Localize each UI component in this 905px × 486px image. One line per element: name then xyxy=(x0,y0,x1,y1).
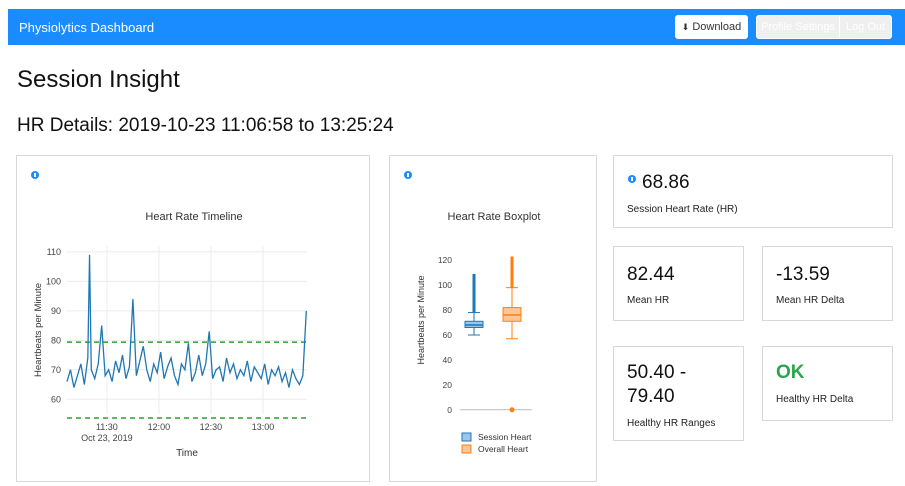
healthy-ranges-value: 50.40 - 79.40 xyxy=(627,361,686,409)
legend-label: Overall Heart xyxy=(478,444,529,454)
info-icon[interactable] xyxy=(628,175,636,183)
x-tick-label: 12:00 xyxy=(148,422,171,432)
y-tick-label: 60 xyxy=(443,330,453,340)
session-hr-value: 68.86 xyxy=(642,172,690,193)
y-tick-label: 60 xyxy=(51,394,61,404)
info-icon[interactable] xyxy=(404,171,412,179)
y-tick-label: 40 xyxy=(443,355,453,365)
healthy-ranges-label: Healthy HR Ranges xyxy=(627,418,716,429)
legend-label: Session Heart xyxy=(478,432,532,442)
y-tick-label: 70 xyxy=(51,365,61,375)
y-tick-label: 120 xyxy=(438,255,452,265)
boxplot-chart: 0 20 40 60 80 100 120 Heartbeats per Minute Sess… xyxy=(416,255,532,454)
download-icon: ⬇ xyxy=(681,21,690,32)
timeline-chart: 60 70 80 90 100 110 11:30 12:00 12:30 13:00 Oct 23… xyxy=(33,246,307,459)
log-out-button[interactable]: Log Out xyxy=(839,15,892,39)
x-tick-sublabel: Oct 23, 2019 xyxy=(81,433,133,443)
y-tick-label: 80 xyxy=(51,335,61,345)
boxplot-card: Heart Rate Boxplot 0 20 40 60 80 100 120 Heartb… xyxy=(389,155,597,482)
outlier-point xyxy=(509,407,515,413)
timeline-card: Heart Rate Timeline 60 70 80 90 100 110 11:30 1… xyxy=(16,155,370,482)
healthy-ranges-card: 50.40 - 79.40 Healthy HR Ranges xyxy=(613,346,744,441)
session-hr-card: 68.86 Session Heart Rate (HR) xyxy=(613,155,893,228)
top-navbar: Physiolytics Dashboard ⬇ Download Profil… xyxy=(8,9,905,45)
mean-hr-delta-value: -13.59 xyxy=(776,264,830,285)
page-title: Session Insight xyxy=(17,66,180,93)
page-subtitle: HR Details: 2019-10-23 11:06:58 to 13:25… xyxy=(17,115,394,136)
mean-hr-label: Mean HR xyxy=(627,295,670,306)
legend-swatch xyxy=(461,432,472,442)
brand-title[interactable]: Physiolytics Dashboard xyxy=(19,20,154,35)
mean-hr-delta-card: -13.59 Mean HR Delta xyxy=(762,246,893,321)
healthy-delta-label: Healthy HR Delta xyxy=(776,394,854,405)
x-tick-label: 13:00 xyxy=(252,422,275,432)
x-tick-label: 12:30 xyxy=(200,422,223,432)
legend-swatch xyxy=(461,444,472,454)
info-icon[interactable] xyxy=(31,171,39,179)
healthy-ranges-value-line1: 50.40 - xyxy=(627,362,687,383)
y-tick-label: 110 xyxy=(47,247,61,257)
profile-settings-button[interactable]: Profile Settings xyxy=(756,15,840,39)
y-tick-label: 100 xyxy=(46,276,61,286)
y-tick-label: 80 xyxy=(443,305,453,315)
boxplot-chart-title: Heart Rate Boxplot xyxy=(447,211,541,223)
y-axis-label: Heartbeats per Minute xyxy=(416,275,426,364)
healthy-ranges-value-line2: 79.40 xyxy=(627,386,675,407)
x-tick-label: 11:30 xyxy=(96,422,118,432)
timeline-chart-title: Heart Rate Timeline xyxy=(145,211,243,223)
y-tick-label: 0 xyxy=(447,405,452,415)
y-axis-label: Heartbeats per Minute xyxy=(33,283,44,377)
healthy-delta-value: OK xyxy=(776,362,805,383)
mean-hr-card: 82.44 Mean HR xyxy=(613,246,744,321)
x-axis-label: Time xyxy=(176,448,198,459)
download-label: Download xyxy=(692,21,742,33)
healthy-delta-card: OK Healthy HR Delta xyxy=(762,346,893,421)
session-hr-label: Session Heart Rate (HR) xyxy=(627,204,738,215)
mean-hr-value: 82.44 xyxy=(627,264,675,285)
mean-hr-delta-label: Mean HR Delta xyxy=(776,295,845,306)
download-button[interactable]: ⬇ Download xyxy=(675,15,748,39)
heart-rate-line xyxy=(66,254,307,388)
y-tick-label: 20 xyxy=(443,380,453,390)
y-tick-label: 100 xyxy=(438,280,452,290)
y-tick-label: 90 xyxy=(51,306,61,316)
